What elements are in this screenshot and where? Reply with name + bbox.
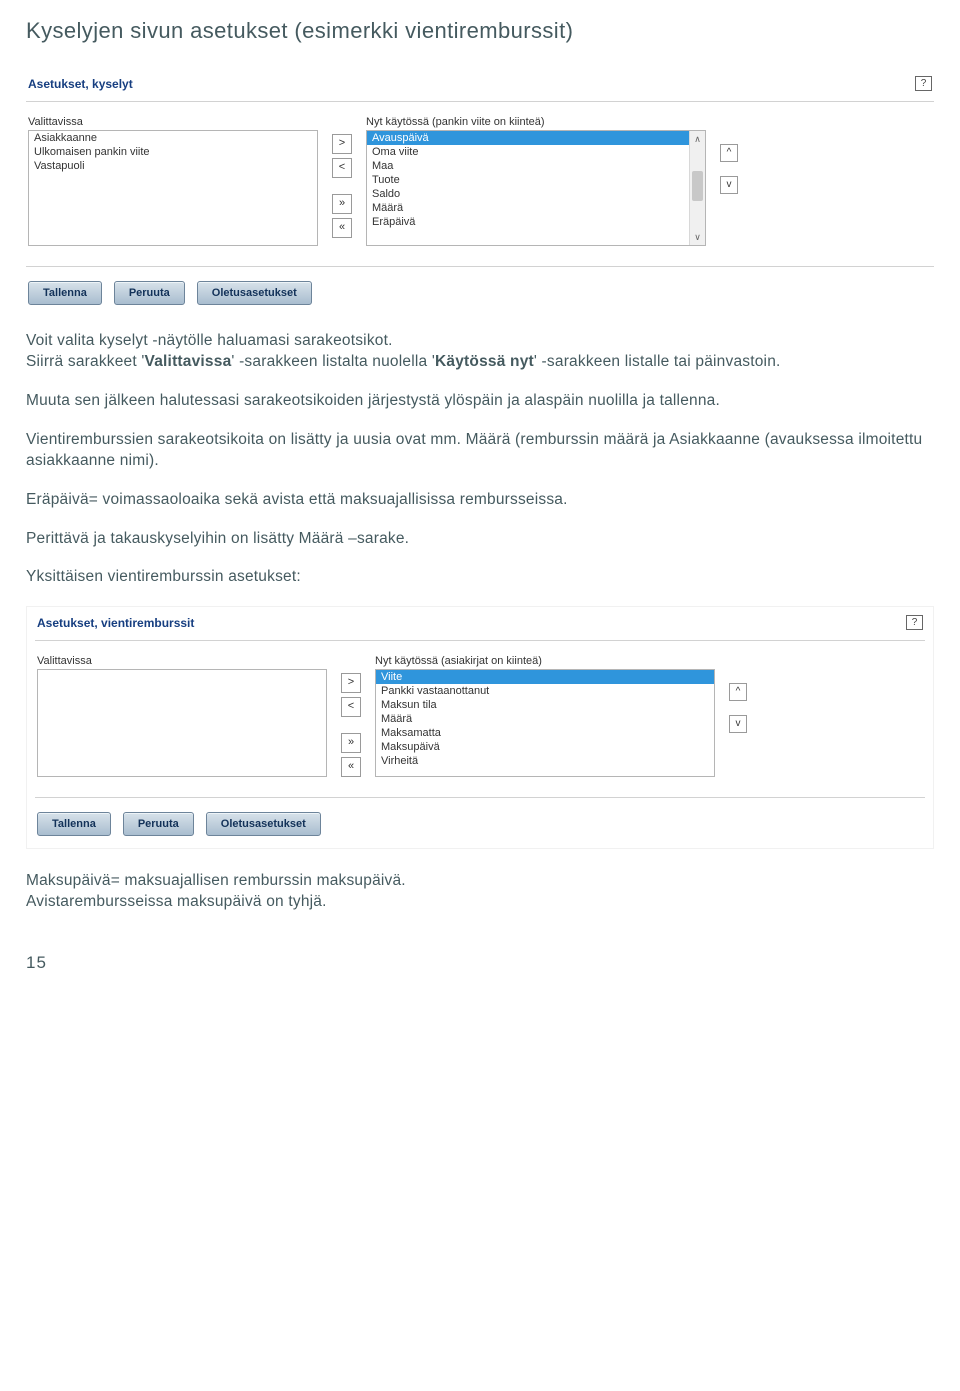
move-all-left-button[interactable]: « [332,218,352,238]
list-item[interactable]: Oma viite [367,145,689,159]
move-all-left-button[interactable]: « [341,757,361,777]
body-bold-kaytossanyt: Käytössä nyt [435,353,534,370]
list-item[interactable]: Määrä [367,201,689,215]
reorder-up-button[interactable]: ^ [720,144,738,162]
list-item[interactable]: Vastapuoli [29,159,317,173]
list-item[interactable]: Maksamatta [376,726,714,740]
move-right-button[interactable]: > [341,673,361,693]
list-item[interactable]: Ulkomaisen pankin viite [29,145,317,159]
list-item[interactable]: Maksupäivä [376,740,714,754]
list-item[interactable]: Asiakkaanne [29,131,317,145]
page-number: 15 [26,953,934,973]
list-item[interactable]: Maa [367,159,689,173]
reorder-down-button[interactable]: v [729,715,747,733]
scroll-up-icon[interactable]: ∧ [690,131,705,147]
list-item[interactable]: Tuote [367,173,689,187]
panel-asetukset-kyselyt: Asetukset, kyselyt ? Valittavissa Asiakk… [26,72,934,305]
scrollbar[interactable]: ∧ ∨ [689,131,705,245]
divider [35,640,925,641]
list-item[interactable]: Virheitä [376,754,714,768]
list-item[interactable]: Viite [376,670,714,684]
right-list-label: Nyt käytössä (pankin viite on kiinteä) [366,116,706,128]
inuse-listbox[interactable]: Avauspäivä Oma viite Maa Tuote Saldo Mää… [366,130,706,246]
move-all-right-button[interactable]: » [332,194,352,214]
list-item[interactable]: Pankki vastaanottanut [376,684,714,698]
footer-text: Maksupäivä= maksuajallisen remburssin ma… [26,871,934,913]
body-p1b-2: ' -sarakkeen listalta nuolella ' [231,353,435,370]
divider [26,266,934,267]
list-item[interactable]: Määrä [376,712,714,726]
body-text: Voit valita kyselyt -näytölle haluamasi … [26,331,934,588]
save-button[interactable]: Tallenna [37,812,111,836]
list-item[interactable]: Maksun tila [376,698,714,712]
right-list-label: Nyt käytössä (asiakirjat on kiinteä) [375,655,715,667]
help-icon[interactable]: ? [915,76,932,91]
left-list-label: Valittavissa [37,655,327,667]
reorder-down-button[interactable]: v [720,176,738,194]
defaults-button[interactable]: Oletusasetukset [206,812,321,836]
inuse-listbox[interactable]: Viite Pankki vastaanottanut Maksun tila … [375,669,715,777]
body-p1b-1: Siirrä sarakkeet ' [26,353,145,370]
body-p1b-3: ' -sarakkeen listalle tai päinvastoin. [534,353,781,370]
left-list-label: Valittavissa [28,116,318,128]
defaults-button[interactable]: Oletusasetukset [197,281,312,305]
panel-asetukset-vientiremburssit-frame: Asetukset, vientiremburssit ? Valittavis… [26,606,934,849]
move-left-button[interactable]: < [332,158,352,178]
body-p4: Eräpäivä= voimassaoloaika sekä avista et… [26,490,934,511]
help-icon[interactable]: ? [906,615,923,630]
cancel-button[interactable]: Peruuta [114,281,185,305]
panel1-title: Asetukset, kyselyt [28,77,133,91]
footer-p2: Avistarembursseissa maksupäivä on tyhjä. [26,893,327,910]
page-title: Kyselyjen sivun asetukset (esimerkki vie… [26,18,934,44]
list-item[interactable]: Saldo [367,187,689,201]
move-right-button[interactable]: > [332,134,352,154]
save-button[interactable]: Tallenna [28,281,102,305]
panel-asetukset-vientiremburssit: Asetukset, vientiremburssit ? Valittavis… [35,611,925,836]
available-listbox[interactable] [37,669,327,777]
scroll-down-icon[interactable]: ∨ [690,229,705,245]
body-p1a: Voit valita kyselyt -näytölle haluamasi … [26,332,393,349]
scroll-thumb[interactable] [692,171,703,201]
body-p6: Yksittäisen vientiremburssin asetukset: [26,567,934,588]
available-listbox[interactable]: Asiakkaanne Ulkomaisen pankin viite Vast… [28,130,318,246]
body-p2: Muuta sen jälkeen halutessasi sarakeotsi… [26,391,934,412]
move-left-button[interactable]: < [341,697,361,717]
list-item[interactable]: Eräpäivä [367,215,689,229]
body-p5: Perittävä ja takauskyselyihin on lisätty… [26,529,934,550]
list-item[interactable]: Avauspäivä [367,131,689,145]
move-all-right-button[interactable]: » [341,733,361,753]
divider [35,797,925,798]
cancel-button[interactable]: Peruuta [123,812,194,836]
footer-p1: Maksupäivä= maksuajallisen remburssin ma… [26,872,406,889]
reorder-up-button[interactable]: ^ [729,683,747,701]
panel2-title: Asetukset, vientiremburssit [37,616,194,630]
divider [26,101,934,102]
body-bold-valittavissa: Valittavissa [145,353,232,370]
body-p3: Vientiremburssien sarakeotsikoita on lis… [26,430,934,472]
